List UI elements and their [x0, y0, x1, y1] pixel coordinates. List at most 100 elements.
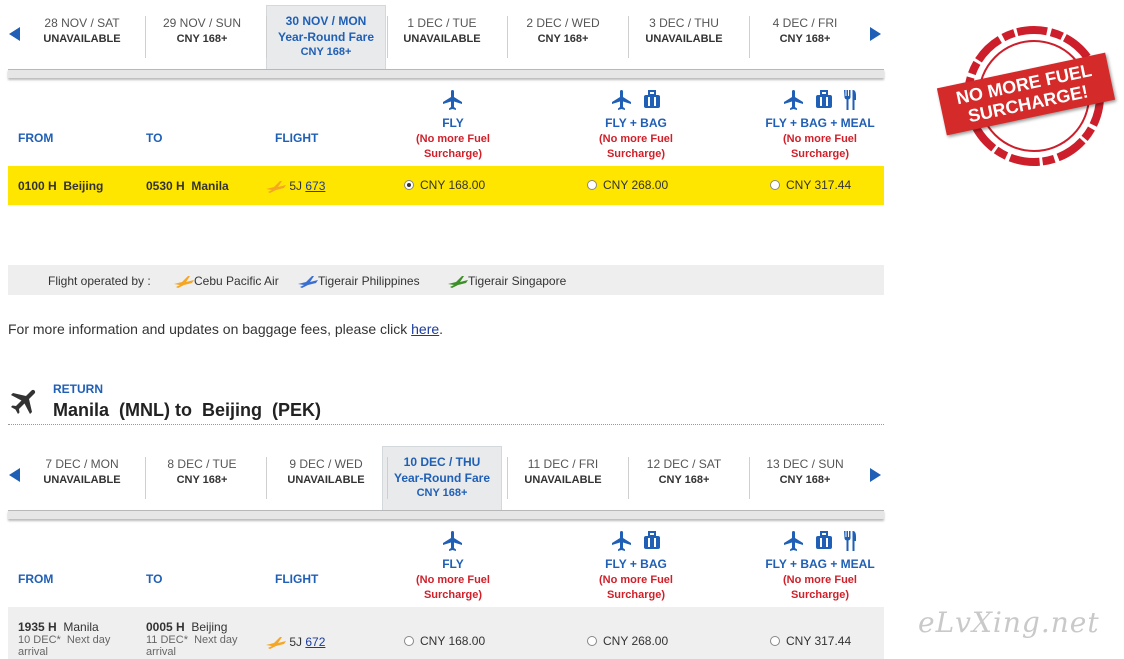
- fare-fly-name: FLY: [442, 116, 464, 130]
- flybagmeal-icons: [750, 529, 890, 553]
- date-label: 10 DEC / THU: [403, 455, 481, 469]
- date-price-label: UNAVAILABLE: [43, 33, 121, 45]
- luggage-icon: [816, 531, 832, 549]
- date-tab[interactable]: 1 DEC / TUE UNAVAILABLE: [382, 14, 502, 74]
- date-tab[interactable]: 2 DEC / WED CNY 168+: [503, 14, 623, 74]
- date-tab[interactable]: 30 NOV / MON Year-Round Fare CNY 168+: [266, 5, 386, 69]
- baggage-info: For more information and updates on bagg…: [8, 321, 444, 337]
- flybag-icons: [566, 529, 706, 553]
- date-tab[interactable]: 3 DEC / THU UNAVAILABLE: [624, 14, 744, 74]
- fare-flybagmeal-name: FLY + BAG + MEAL: [765, 116, 875, 130]
- radio-flybag[interactable]: [587, 635, 597, 646]
- arrival: 0530 H Manila: [146, 179, 229, 193]
- operated-label: Flight operated by :: [48, 274, 151, 288]
- watermark: eLvXing.net: [918, 606, 1100, 639]
- return-fare-fly-header: FLY (No more Fuel Surcharge): [383, 529, 523, 603]
- return-to-header: TO: [146, 572, 163, 586]
- tab-separator: [145, 16, 146, 58]
- date-label: 4 DEC / FRI: [772, 16, 838, 30]
- date-tab[interactable]: 4 DEC / FRI CNY 168+: [745, 14, 865, 74]
- date-tab[interactable]: 29 NOV / SUN CNY 168+: [142, 14, 262, 74]
- date-label: 28 NOV / SAT: [44, 16, 120, 30]
- date-label: 13 DEC / SUN: [766, 457, 844, 471]
- date-price-label: UNAVAILABLE: [287, 474, 365, 486]
- outbound-flight-row[interactable]: 0100 H Beijing 0530 H Manila 5J 673 CNY …: [8, 166, 884, 205]
- return-price-flybagmeal[interactable]: CNY 317.44: [770, 634, 851, 648]
- meal-icon: [844, 90, 856, 110]
- return-fare-flybagmeal-header: FLY + BAG + MEAL (No more Fuel Surcharge): [750, 529, 890, 603]
- fare-flybagmeal-note: (No more Fuel Surcharge): [783, 133, 857, 160]
- return-date-tab[interactable]: 9 DEC / WED UNAVAILABLE: [266, 455, 386, 515]
- fare-flybagmeal-header: FLY + BAG + MEAL (No more Fuel Surcharge): [750, 88, 890, 162]
- fare-flybag-note: (No more Fuel Surcharge): [599, 574, 673, 601]
- baggage-info-link[interactable]: here: [411, 321, 439, 337]
- return-route: Manila (MNL) to Beijing (PEK): [53, 400, 321, 420]
- plane-icon: [612, 90, 631, 110]
- no-fuel-surcharge-badge: NO MORE FUEL SURCHARGE!: [936, 20, 1116, 170]
- radio-flybag[interactable]: [587, 179, 597, 190]
- price-flybag[interactable]: CNY 268.00: [587, 178, 668, 192]
- tab-separator: [628, 16, 629, 58]
- return-flight-number: 5J 672: [266, 635, 325, 649]
- date-price-label: CNY 168+: [779, 33, 831, 45]
- radio-flybagmeal[interactable]: [770, 635, 780, 646]
- return-date-strip-bar: [8, 510, 884, 519]
- return-date-tab[interactable]: 8 DEC / TUE CNY 168+: [142, 455, 262, 515]
- radio-fly[interactable]: [404, 635, 414, 646]
- date-tab[interactable]: 28 NOV / SAT UNAVAILABLE: [22, 14, 142, 74]
- operator-cebu: Cebu Pacific Air: [174, 274, 279, 288]
- return-arrival: 0005 H Beijing 11 DEC* Next day arrival: [146, 620, 238, 658]
- flybag-icons: [566, 88, 706, 112]
- return-fare-flybag-header: FLY + BAG (No more Fuel Surcharge): [566, 529, 706, 603]
- date-price-label: UNAVAILABLE: [43, 474, 121, 486]
- operator-tigerair-sg: Tigerair Singapore: [448, 274, 566, 288]
- tigerair-sg-plane-icon: [448, 275, 468, 288]
- tab-separator: [266, 16, 267, 58]
- flight-number: 5J 673: [266, 179, 325, 193]
- return-date-tab[interactable]: 11 DEC / FRI UNAVAILABLE: [503, 455, 623, 515]
- return-prev-dates-arrow[interactable]: [9, 468, 20, 482]
- return-from-header: FROM: [18, 572, 54, 586]
- cebu-plane-icon: [174, 275, 194, 288]
- return-price-flybag[interactable]: CNY 268.00: [587, 634, 668, 648]
- prev-dates-arrow[interactable]: [9, 27, 20, 41]
- return-price-fly[interactable]: CNY 168.00: [404, 634, 485, 648]
- return-next-dates-arrow[interactable]: [870, 468, 881, 482]
- return-flight-header: FLIGHT: [275, 572, 319, 586]
- return-flight-row[interactable]: 1935 H Manila 10 DEC* Next day arrival 00…: [8, 607, 884, 659]
- flight-number-link[interactable]: 673: [305, 179, 325, 193]
- return-plane-icon: [10, 389, 36, 415]
- tab-separator: [145, 457, 146, 499]
- operator-tigerair-ph: Tigerair Philippines: [298, 274, 420, 288]
- fare-fly-name: FLY: [442, 557, 464, 571]
- return-date-tab[interactable]: 13 DEC / SUN CNY 168+: [745, 455, 865, 515]
- plane-icon: [612, 531, 631, 551]
- plane-icon: [784, 90, 803, 110]
- date-strip-bar: [8, 69, 884, 78]
- cebu-plane-icon: [266, 636, 286, 649]
- return-date-tab[interactable]: 10 DEC / THU Year-Round Fare CNY 168+: [382, 446, 502, 510]
- date-price-label: UNAVAILABLE: [645, 33, 723, 45]
- radio-fly[interactable]: [404, 179, 414, 190]
- price-flybagmeal[interactable]: CNY 317.44: [770, 178, 851, 192]
- date-price-label: CNY 168+: [300, 46, 352, 58]
- to-header: TO: [146, 131, 163, 145]
- departure: 0100 H Beijing: [18, 179, 104, 193]
- tab-separator: [266, 457, 267, 499]
- return-flight-number-link[interactable]: 672: [305, 635, 325, 649]
- tab-separator: [507, 16, 508, 58]
- next-dates-arrow[interactable]: [870, 27, 881, 41]
- fare-fly-note: (No more Fuel Surcharge): [416, 574, 490, 601]
- return-dep-note: 10 DEC* Next day arrival: [18, 634, 111, 658]
- date-price-label: CNY 168+: [416, 487, 468, 499]
- return-date-tab[interactable]: 12 DEC / SAT CNY 168+: [624, 455, 744, 515]
- fare-flybag-name: FLY + BAG: [605, 116, 667, 130]
- plane-icon: [443, 90, 462, 110]
- radio-flybagmeal[interactable]: [770, 179, 780, 190]
- plane-icon: [784, 531, 803, 551]
- price-fly[interactable]: CNY 168.00: [404, 178, 485, 192]
- date-price-label: UNAVAILABLE: [403, 33, 481, 45]
- tab-separator: [387, 16, 388, 58]
- return-date-tab[interactable]: 7 DEC / MON UNAVAILABLE: [22, 455, 142, 515]
- tab-separator: [507, 457, 508, 499]
